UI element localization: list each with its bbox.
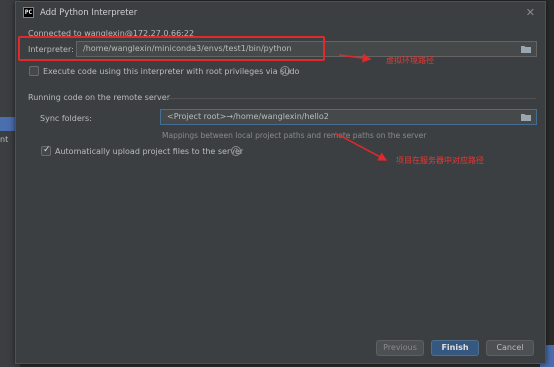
server-path-note: 项目在服务器中对应路径 — [396, 156, 484, 165]
previous-button[interactable]: Previous — [376, 340, 424, 356]
cancel-button[interactable]: Cancel — [486, 340, 534, 356]
env-path-note: 虚拟环境路径 — [386, 56, 434, 65]
add-python-interpreter-dialog: PC Add Python Interpreter ✕ Connected to… — [15, 1, 546, 364]
server-arrow — [334, 132, 388, 161]
env-arrow — [338, 53, 372, 63]
finish-button[interactable]: Finish — [431, 340, 479, 356]
ide-partial-text: nt — [0, 135, 9, 144]
annotation-arrows — [334, 53, 388, 161]
